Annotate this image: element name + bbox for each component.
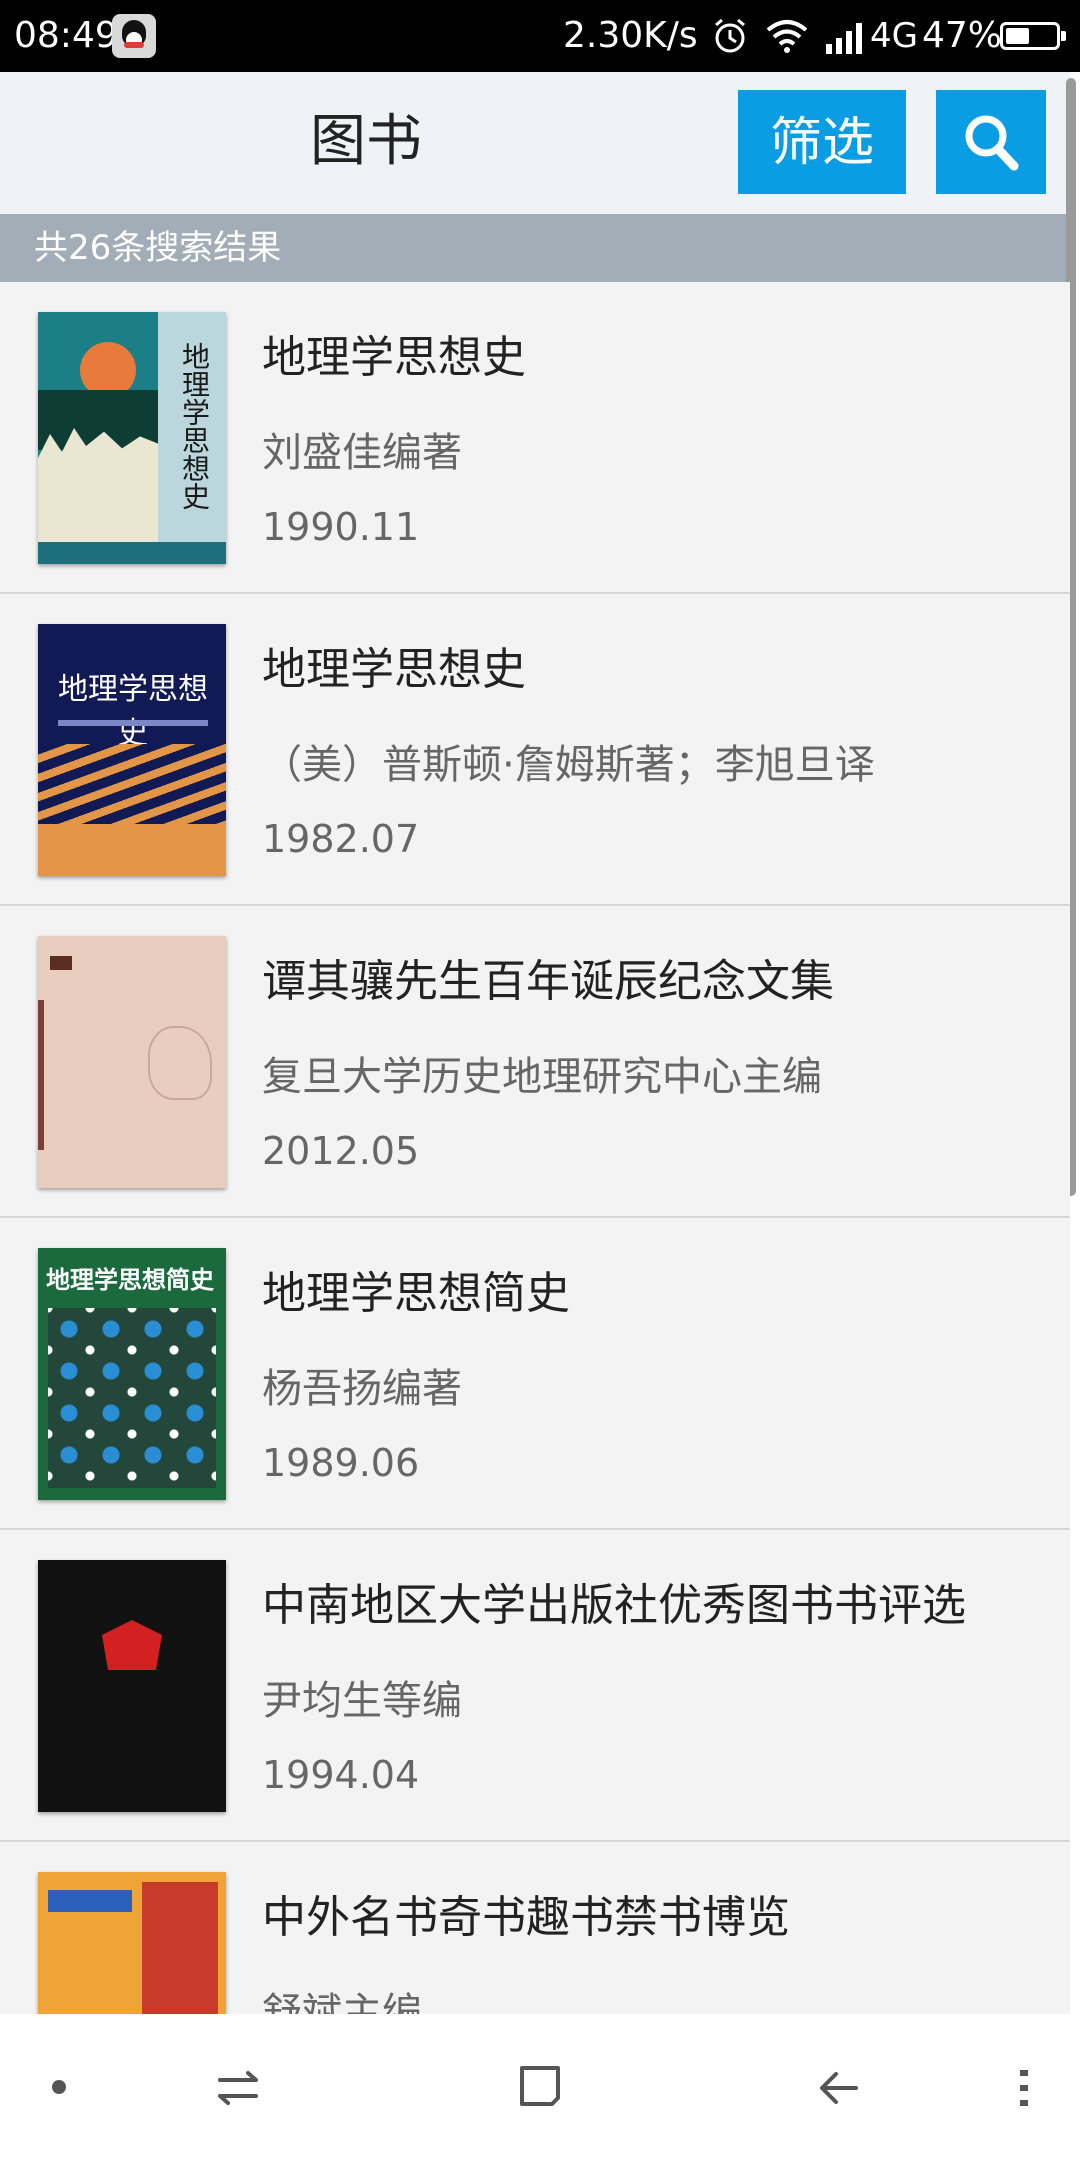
book-date: 1982.07 [262,817,420,861]
filter-button[interactable]: 筛选 [738,90,906,194]
list-item[interactable]: 地理学思想史 地理学思想史 （美）普斯顿·詹姆斯著；李旭旦译 1982.07 [0,594,1070,906]
status-time: 08:49 [14,15,118,56]
network-speed: 2.30K/s [563,15,698,56]
book-title: 中南地区大学出版社优秀图书书评选 [262,1580,966,1631]
book-cover [38,1560,226,1812]
book-date: 1990.11 [262,505,420,549]
app-bar: 图书 筛选 [0,72,1070,214]
alarm-icon [715,18,745,53]
book-author: 复旦大学历史地理研究中心主编 [262,1054,822,1100]
book-author: 刘盛佳编著 [262,430,462,476]
system-nav-bar [0,2014,1080,2160]
qq-icon [112,14,156,58]
dot-icon[interactable] [52,2080,66,2094]
cover-title: 地理学思想史 [178,342,211,510]
book-title: 谭其骧先生百年诞辰纪念文集 [262,956,834,1007]
network-type: 4G [870,16,918,56]
home-square-icon[interactable] [518,2064,562,2108]
book-cover: 地理学思想史 [38,624,226,876]
book-title: 地理学思想史 [262,644,526,695]
book-title: 地理学思想史 [262,332,526,383]
status-bar: 08:49 2.30K/s 4G 47% [0,0,1080,72]
battery-percent: 47% [922,15,1003,56]
book-cover [38,936,226,1188]
back-arrow-icon[interactable] [816,2064,862,2112]
book-title: 中外名书奇书趣书禁书博览 [262,1892,790,1943]
book-author: 尹均生等编 [262,1678,462,1724]
results-count: 共26条搜索结果 [34,228,282,268]
list-item[interactable]: 中南地区大学出版社优秀图书书评选 尹均生等编 1994.04 [0,1530,1070,1842]
book-author: （美）普斯顿·詹姆斯著；李旭旦译 [262,742,875,788]
book-date: 2012.05 [262,1129,420,1173]
list-item[interactable]: 地理学思想史 地理学思想史 刘盛佳编著 1990.11 [0,282,1070,594]
battery-fill [1006,28,1029,44]
wifi-icon [766,20,808,53]
battery-icon [1000,22,1066,50]
list-item[interactable]: 中外名书奇书趣书禁书博览 舒斌主编 [0,1842,1070,2014]
results-count-bar: 共26条搜索结果 [0,214,1070,282]
book-date: 1994.04 [262,1753,420,1797]
book-cover: 地理学思想简史 [38,1248,226,1500]
switch-icon[interactable] [214,2064,262,2112]
book-author: 舒斌主编 [262,1990,422,2014]
book-date: 1989.06 [262,1441,420,1485]
cover-title: 地理学思想史 [58,672,208,751]
book-list: 地理学思想史 地理学思想史 刘盛佳编著 1990.11 地理学思想史 地理学思想… [0,282,1070,2014]
search-button[interactable] [936,90,1046,194]
list-item[interactable]: 谭其骧先生百年诞辰纪念文集 复旦大学历史地理研究中心主编 2012.05 [0,906,1070,1218]
book-cover [38,1872,226,2014]
signal-icon [826,23,862,54]
screen: 08:49 2.30K/s 4G 47% 图书 筛选 共26条搜索结果 地理学思… [0,0,1080,2160]
page-title: 图书 [310,109,422,174]
list-item[interactable]: 地理学思想简史 地理学思想简史 杨吾扬编著 1989.06 [0,1218,1070,1530]
menu-dots-icon[interactable] [1014,2064,1034,2112]
search-icon [965,115,1019,171]
cover-title: 地理学思想简史 [46,1266,214,1294]
book-title: 地理学思想简史 [262,1268,570,1319]
book-author: 杨吾扬编著 [262,1366,462,1412]
book-cover: 地理学思想史 [38,312,226,564]
